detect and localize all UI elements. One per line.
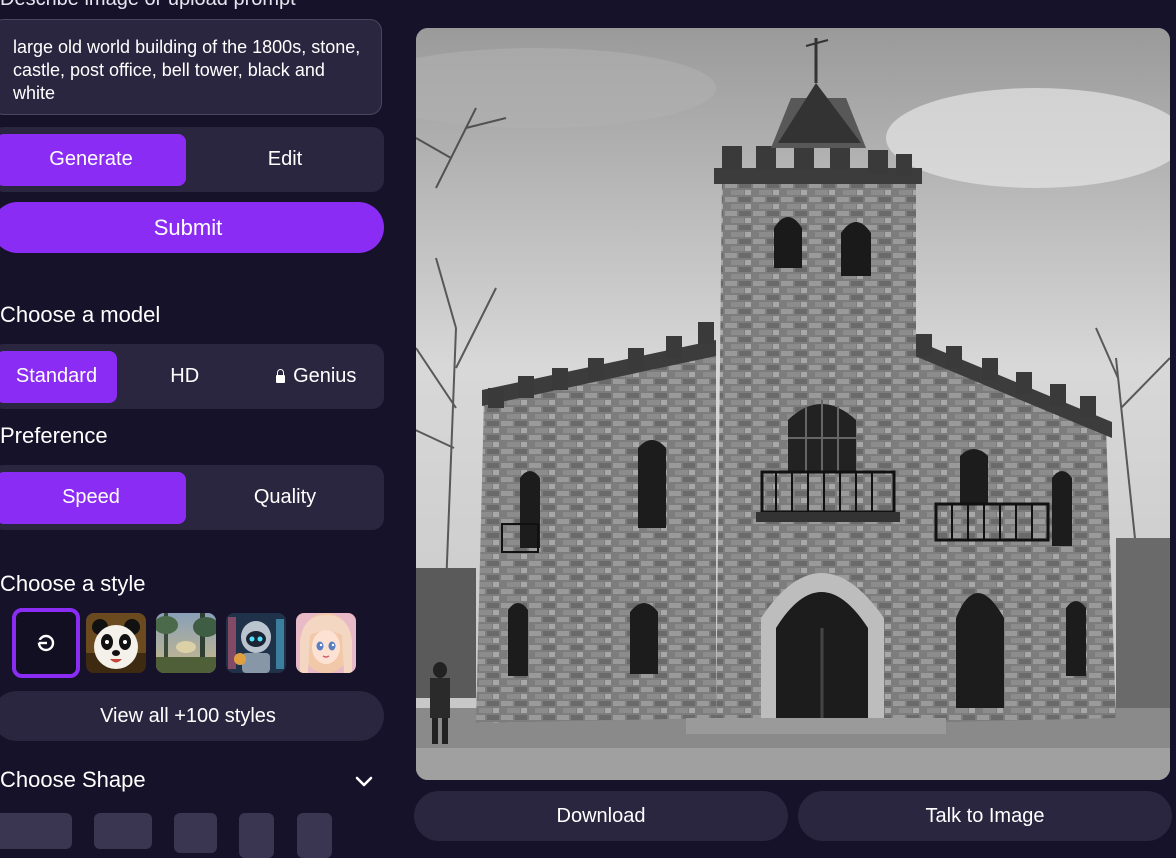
shape-option-wide[interactable] xyxy=(0,813,72,849)
generated-image xyxy=(416,28,1170,780)
mode-tabs: Generate Edit xyxy=(0,127,384,192)
panda-image xyxy=(86,613,146,673)
preference-quality[interactable]: Quality xyxy=(190,472,380,524)
style-label: Choose a style xyxy=(0,571,146,596)
tab-edit[interactable]: Edit xyxy=(190,134,380,186)
lock-icon xyxy=(276,368,286,383)
robot-image xyxy=(226,613,286,673)
landscape-image xyxy=(156,613,216,673)
ban-icon xyxy=(37,634,55,652)
shape-option-square[interactable] xyxy=(174,813,217,853)
preference-selector: Speed Quality xyxy=(0,465,384,530)
model-standard[interactable]: Standard xyxy=(0,350,117,403)
prompt-header: Describe image or upload prompt xyxy=(0,0,296,11)
submit-button[interactable]: Submit xyxy=(0,202,384,253)
style-thumb-landscape[interactable] xyxy=(156,613,216,673)
model-selector: Standard HD Genius xyxy=(0,344,384,409)
shape-label: Choose Shape xyxy=(0,767,146,792)
style-thumb-none[interactable] xyxy=(12,608,80,678)
chevron-down-icon[interactable] xyxy=(352,770,376,794)
view-all-styles-button[interactable]: View all +100 styles xyxy=(0,691,384,741)
style-thumb-panda[interactable] xyxy=(86,613,146,673)
talk-to-image-button[interactable]: Talk to Image xyxy=(798,791,1172,841)
preference-label: Preference xyxy=(0,423,108,448)
style-thumb-anime[interactable] xyxy=(296,613,356,673)
shape-option-landscape[interactable] xyxy=(94,813,152,849)
tab-generate[interactable]: Generate xyxy=(0,133,186,186)
model-genius[interactable]: Genius xyxy=(253,351,381,403)
download-button[interactable]: Download xyxy=(414,791,788,841)
model-genius-label: Genius xyxy=(293,365,357,387)
shape-option-portrait[interactable] xyxy=(239,813,274,858)
prompt-input[interactable]: large old world building of the 1800s, s… xyxy=(0,19,382,115)
model-hd[interactable]: HD xyxy=(121,351,249,403)
shape-option-tall[interactable] xyxy=(297,813,332,858)
anime-girl-image xyxy=(296,613,356,673)
preference-speed[interactable]: Speed xyxy=(0,471,186,524)
style-thumb-robot[interactable] xyxy=(226,613,286,673)
model-label: Choose a model xyxy=(0,302,161,327)
